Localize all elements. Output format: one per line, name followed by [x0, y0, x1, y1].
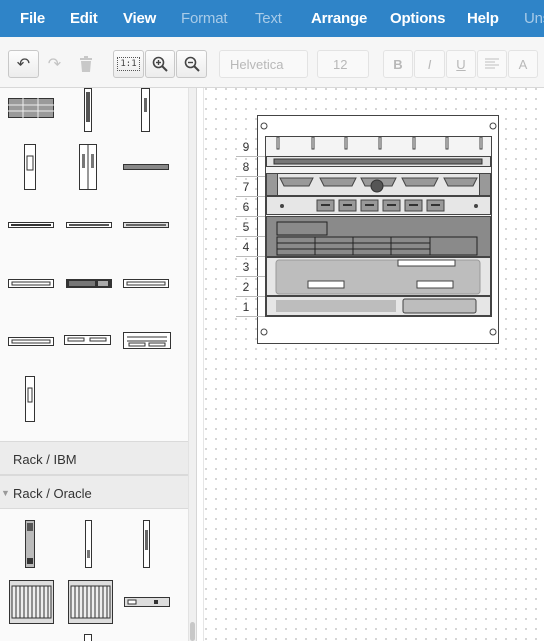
shape-oracle-chassis[interactable]	[9, 580, 54, 624]
menu-edit[interactable]: Edit	[70, 10, 98, 27]
shape-rack-blade-vertical[interactable]	[141, 88, 150, 132]
rack-unit-number: 1	[243, 300, 250, 314]
rack-device-storage-array	[266, 216, 491, 257]
shape-rack-2u-storage[interactable]	[66, 279, 112, 288]
menu-view[interactable]: View	[123, 10, 156, 27]
rack-unit-number: 7	[243, 180, 250, 194]
shape-rack-blade-vertical[interactable]	[84, 88, 92, 132]
menu-arrange[interactable]: Arrange	[311, 10, 367, 27]
redo-button[interactable]: ↷	[41, 50, 68, 78]
rack-unit-number: 6	[243, 200, 250, 214]
rack-unit-number: 9	[243, 140, 250, 154]
trash-icon	[80, 56, 92, 72]
shape-rack-1u-switch[interactable]	[8, 222, 54, 228]
sidebar-section-rack-ibm[interactable]: Rack / IBM	[0, 441, 188, 475]
shape-rack-2u-server[interactable]	[8, 279, 54, 288]
shape-rack-tower-server[interactable]	[24, 144, 36, 190]
canvas-page-edge	[203, 88, 204, 641]
menu-help[interactable]: Help	[467, 10, 499, 27]
align-left-icon	[485, 58, 499, 69]
sidebar-scrollbar[interactable]	[188, 88, 196, 641]
zoom-in-icon	[152, 56, 168, 72]
redo-icon: ↷	[47, 56, 62, 73]
zoom-out-button[interactable]	[176, 50, 207, 78]
rack-unit-number: 2	[243, 280, 250, 294]
shape-oracle-blade[interactable]	[25, 520, 35, 568]
delete-button[interactable]	[72, 50, 100, 78]
shape-rack-1u-device[interactable]	[123, 164, 169, 170]
rack-device-switch	[266, 173, 491, 196]
menu-file[interactable]: File	[20, 10, 45, 27]
menu-bar: File Edit View Format Text Arrange Optio…	[0, 0, 544, 37]
italic-button[interactable]: I	[414, 50, 445, 78]
shape-rack-1u-switch[interactable]	[123, 222, 169, 228]
font-family-select[interactable]: Helvetica	[219, 50, 308, 78]
rack-device-patch-panel	[266, 156, 491, 167]
shape-sidebar: Rack / IBM ▼ Rack / Oracle	[0, 88, 197, 641]
shape-oracle-blade[interactable]	[143, 520, 150, 568]
undo-button[interactable]: ↶	[8, 50, 39, 78]
rack-screw	[260, 122, 268, 130]
rack-unit-number: 8	[243, 160, 250, 174]
rack-screw	[260, 328, 268, 336]
actual-size-button[interactable]: 1:1	[113, 50, 144, 78]
rack-screw	[489, 122, 497, 130]
rack-unit-number: 5	[243, 220, 250, 234]
shape-rack-tower-server[interactable]	[25, 376, 35, 422]
shape-rack-2u-drive[interactable]	[8, 337, 54, 346]
zoom-in-button[interactable]	[145, 50, 175, 78]
align-button[interactable]	[477, 50, 507, 78]
sidebar-section-label: Rack / IBM	[13, 452, 77, 467]
actual-size-icon: 1:1	[117, 57, 140, 71]
shape-oracle-blade[interactable]	[85, 520, 92, 568]
shape-rack-2u-server[interactable]	[123, 279, 169, 288]
menu-text[interactable]: Text	[255, 10, 282, 27]
shape-rack-3u-chassis[interactable]	[123, 332, 171, 349]
sidebar-section-label: Rack / Oracle	[13, 486, 92, 501]
bold-button[interactable]: B	[383, 50, 413, 78]
sidebar-scrollbar-thumb[interactable]	[190, 622, 195, 641]
menu-format[interactable]: Format	[181, 10, 228, 27]
rack-unit-number: 3	[243, 260, 250, 274]
menu-options[interactable]: Options	[390, 10, 445, 27]
rack-device-server-2u	[266, 257, 491, 296]
rack-cabinet[interactable]: 9 8 7 6 5 4 3 2 1	[230, 114, 505, 354]
undo-icon: ↶	[16, 56, 31, 73]
menu-unsaved[interactable]: Uns	[524, 10, 544, 27]
underline-button[interactable]: U	[446, 50, 476, 78]
rack-screw	[489, 328, 497, 336]
rack-device-server-ports	[266, 196, 491, 215]
shape-oracle-blade[interactable]	[84, 634, 92, 641]
shape-oracle-chassis[interactable]	[68, 580, 113, 624]
sidebar-section-rack-oracle[interactable]: ▼ Rack / Oracle	[0, 475, 188, 509]
shape-oracle-1u-server[interactable]	[124, 597, 170, 607]
toolbar: ↶ ↷ 1:1 Helvetica 12 B I U A	[0, 37, 544, 88]
zoom-out-icon	[184, 56, 200, 72]
font-size-input[interactable]: 12	[317, 50, 369, 78]
app-window: File Edit View Format Text Arrange Optio…	[0, 0, 544, 641]
rack-device-1u	[266, 296, 491, 316]
shape-rack-1u-switch[interactable]	[66, 222, 112, 228]
shape-rack-server-panel[interactable]	[8, 98, 54, 118]
shape-rack-2u-panel[interactable]	[64, 335, 111, 345]
shape-rack-double-blade[interactable]	[79, 144, 97, 190]
collapse-triangle-icon: ▼	[1, 488, 10, 498]
rack-unit-number: 4	[243, 240, 250, 254]
font-color-button[interactable]: A	[508, 50, 538, 78]
